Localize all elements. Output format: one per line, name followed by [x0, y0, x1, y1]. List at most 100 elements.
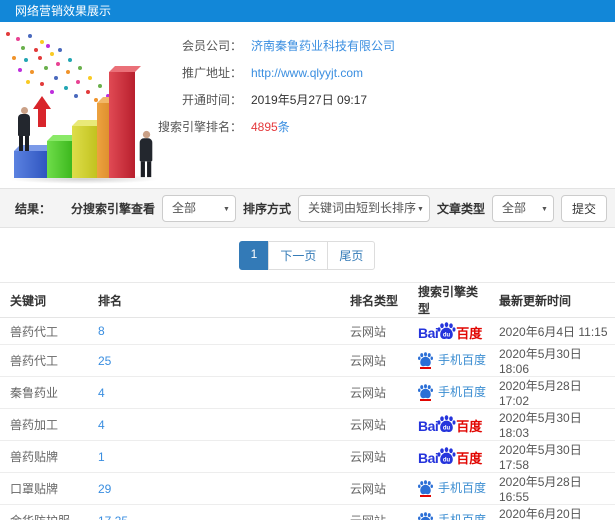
baidu-paw-icon: du [437, 415, 456, 433]
submit-button[interactable]: 提交 [560, 194, 607, 222]
keyword-ranking-table: 关键词 排名 排名类型 搜索引擎类型 最新更新时间 兽药代工 8 云网站 Bai… [0, 282, 615, 520]
keyword-cell: 金华防护服 [0, 505, 88, 520]
promo-url-link[interactable]: http://www.qlyyjt.com [251, 66, 363, 80]
baidu-paw-icon: du [437, 447, 456, 465]
rank-link[interactable]: 25 [98, 354, 111, 368]
mobile-baidu-logo: 手机百度 [418, 511, 486, 520]
businessman-figure-right [138, 130, 155, 178]
engine-view-select[interactable]: 全部 ▼ [161, 194, 236, 222]
promo-url-row: 推广地址： http://www.qlyyjt.com [158, 59, 615, 86]
svg-text:du: du [443, 332, 451, 338]
article-type-select[interactable]: 全部 ▼ [491, 194, 554, 222]
ranking-count-suffix: 条 [277, 120, 290, 134]
bar-chart-illustration [0, 28, 175, 186]
updated-cell: 2020年5月30日 17:58 [499, 443, 582, 472]
rank-link[interactable]: 4 [98, 418, 105, 432]
rank-link[interactable]: 4 [98, 386, 105, 400]
page-title: 网络营销效果展示 [15, 4, 112, 18]
engine-cell: Bai du 百度 [408, 441, 489, 473]
mobile-baidu-logo: 手机百度 [418, 351, 486, 369]
baidu-logo: Bai du 百度 [418, 447, 482, 465]
filter-controls: 分搜索引擎查看 全部 ▼ 排序方式 关键词由短到长排序 ▼ 文章类型 全部 ▼ … [70, 194, 607, 222]
rank-link[interactable]: 29 [98, 482, 111, 496]
updated-cell: 2020年6月20日 09:25 [499, 507, 582, 520]
ranking-count-label: 搜索引擎排名： [158, 120, 243, 134]
member-company-link[interactable]: 济南秦鲁药业科技有限公司 [251, 37, 395, 54]
engine-cell: 手机百度 [408, 473, 489, 505]
sort-select[interactable]: 关键词由短到长排序 ▼ [297, 194, 430, 222]
rank-link[interactable]: 17,25 [98, 514, 128, 520]
rank-type-cell: 云网站 [350, 386, 387, 400]
open-time-row: 开通时间： 2019年5月27日 09:17 [158, 86, 615, 113]
col-header-keyword: 关键词 [10, 293, 47, 308]
updated-cell: 2020年5月30日 18:06 [499, 347, 582, 376]
member-info-panel: 会员公司： 济南秦鲁药业科技有限公司 推广地址： http://www.qlyy… [158, 32, 615, 140]
page-button-next[interactable]: 下一页 [268, 241, 329, 270]
sort-label: 排序方式 [242, 201, 291, 216]
baidu-paw-icon [418, 384, 433, 401]
table-row: 兽药代工 8 云网站 Bai du 百度 2020年6月4日 11:15 [0, 318, 615, 345]
keyword-cell: 兽药代工 [10, 324, 59, 339]
page-button-current[interactable]: 1 [238, 241, 270, 270]
updated-cell: 2020年5月28日 17:02 [499, 379, 582, 408]
baidu-paw-icon [418, 512, 433, 520]
table-row: 秦鲁药业 4 云网站 手机百度 2020年5月28日 17:02 [0, 377, 615, 409]
baidu-paw-icon [418, 480, 433, 497]
rank-type-cell: 云网站 [350, 324, 387, 339]
engine-cell: 手机百度 [408, 377, 489, 409]
baidu-logo: Bai du 百度 [418, 415, 482, 433]
col-header-rank: 排名 [98, 293, 123, 308]
svg-text:du: du [443, 457, 451, 463]
open-time-value: 2019年5月27日 09:17 [251, 93, 368, 107]
engine-cell: Bai du 百度 [408, 318, 489, 345]
keyword-cell: 秦鲁药业 [10, 386, 59, 400]
table-row: 兽药代工 25 云网站 手机百度 2020年5月30日 18:06 [0, 345, 615, 377]
page-button-last[interactable]: 尾页 [327, 241, 376, 270]
results-label: 结果： [15, 201, 52, 216]
pagination: 1 下一页 尾页 [0, 228, 615, 282]
rank-type-cell: 云网站 [350, 482, 387, 496]
col-header-engine-type: 搜索引擎类型 [418, 285, 479, 316]
mobile-baidu-logo: 手机百度 [418, 383, 486, 401]
figure-legs [138, 161, 155, 178]
col-header-updated: 最新更新时间 [499, 293, 572, 308]
baidu-paw-icon: du [437, 321, 456, 339]
rank-type-cell: 云网站 [350, 450, 387, 464]
engine-cell: 手机百度 [408, 505, 489, 520]
caret-down-icon: ▼ [541, 205, 548, 213]
caret-down-icon: ▼ [417, 205, 424, 213]
rank-type-cell: 云网站 [350, 418, 387, 432]
open-time-label: 开通时间： [181, 93, 242, 107]
figure-head [20, 107, 28, 114]
chart-bar-yellow [72, 126, 97, 178]
table-row: 兽药加工 4 云网站 Bai du 百度 2020年5月30日 18:03 [0, 409, 615, 441]
updated-cell: 2020年5月30日 18:03 [499, 411, 582, 440]
ranking-count-value: 4895条 [251, 118, 290, 135]
figure-torso [18, 114, 30, 136]
engine-cell: Bai du 百度 [408, 409, 489, 441]
article-type-label: 文章类型 [436, 201, 485, 216]
rank-link[interactable]: 8 [98, 324, 105, 338]
businessman-figure-left [16, 107, 32, 151]
keyword-cell: 口罩贴牌 [10, 482, 59, 496]
table-row: 口罩贴牌 29 云网站 手机百度 2020年5月28日 16:55 [0, 473, 615, 505]
keyword-cell: 兽药加工 [10, 418, 59, 432]
figure-torso [139, 138, 153, 162]
results-filter-bar: 结果： 分搜索引擎查看 全部 ▼ 排序方式 关键词由短到长排序 ▼ 文章类型 全… [0, 188, 615, 228]
engine-cell: 手机百度 [408, 345, 489, 377]
sort-selected: 关键词由短到长排序 [307, 200, 416, 215]
caret-down-icon: ▼ [223, 205, 230, 213]
ranking-count-row: 搜索引擎排名： 4895条 [158, 113, 615, 140]
article-type-selected: 全部 [501, 200, 526, 215]
baidu-logo: Bai du 百度 [418, 321, 482, 340]
keyword-cell: 兽药贴牌 [10, 450, 59, 464]
rank-type-cell: 云网站 [340, 505, 408, 520]
baidu-paw-icon [418, 352, 433, 369]
rank-type-cell: 云网站 [350, 354, 387, 368]
engine-view-label: 分搜索引擎查看 [70, 201, 155, 216]
up-arrow-icon [33, 96, 51, 128]
rank-link[interactable]: 1 [98, 450, 105, 464]
figure-legs [16, 136, 32, 151]
table-row: 兽药贴牌 1 云网站 Bai du 百度 2020年5月30日 17:58 [0, 441, 615, 473]
table-header-row: 关键词 排名 排名类型 搜索引擎类型 最新更新时间 [0, 282, 615, 318]
